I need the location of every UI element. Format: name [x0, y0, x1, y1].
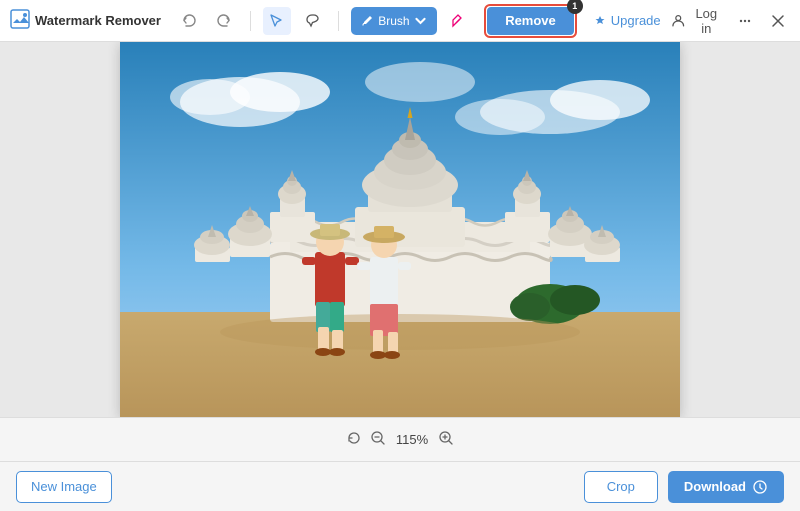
clock-icon [752, 479, 768, 495]
main-canvas-area [0, 42, 800, 417]
login-label: Log in [689, 6, 723, 36]
separator [250, 11, 251, 31]
remove-button-wrap: Remove 1 [480, 4, 577, 38]
app-logo: Watermark Remover [10, 9, 161, 32]
menu-button[interactable] [733, 9, 756, 33]
zoom-bar: 115% [0, 417, 800, 461]
upgrade-label: Upgrade [611, 13, 661, 28]
app-title: Watermark Remover [35, 13, 161, 28]
lasso-tool-button[interactable] [299, 7, 327, 35]
header-right: Upgrade Log in [593, 6, 790, 36]
zoom-out-button[interactable] [370, 430, 386, 449]
download-label: Download [684, 479, 746, 494]
select-tool-button[interactable] [263, 7, 291, 35]
close-button[interactable] [767, 9, 790, 33]
upgrade-button[interactable]: Upgrade [593, 13, 661, 28]
zoom-in-button[interactable] [438, 430, 454, 449]
footer-right: Crop Download [584, 471, 784, 503]
remove-button[interactable]: Remove [487, 7, 574, 35]
remove-button-border: Remove [484, 4, 577, 38]
image-container[interactable] [120, 42, 680, 417]
eraser-tool-button[interactable] [445, 7, 473, 35]
close-icon [771, 14, 785, 28]
user-icon [671, 13, 686, 28]
app-logo-icon [10, 9, 30, 32]
brush-icon [361, 14, 374, 27]
redo-button[interactable] [211, 7, 239, 35]
zoom-value: 115% [394, 432, 430, 447]
login-button[interactable]: Log in [671, 6, 724, 36]
download-button[interactable]: Download [668, 471, 784, 503]
scene-image [120, 42, 680, 417]
upgrade-icon [593, 14, 607, 28]
brush-label: Brush [378, 14, 409, 28]
undo-button[interactable] [175, 7, 203, 35]
new-image-button[interactable]: New Image [16, 471, 112, 503]
brush-tool-button[interactable]: Brush [351, 7, 436, 35]
menu-icon [737, 13, 753, 29]
chevron-down-icon [414, 14, 427, 27]
footer-bar: New Image Crop Download [0, 461, 800, 511]
badge-count: 1 [567, 0, 583, 14]
app-header: Watermark Remover Brush [0, 0, 800, 42]
separator2 [338, 11, 339, 31]
zoom-controls: 115% [346, 430, 454, 449]
reset-zoom-button[interactable] [346, 430, 362, 449]
crop-button[interactable]: Crop [584, 471, 658, 503]
